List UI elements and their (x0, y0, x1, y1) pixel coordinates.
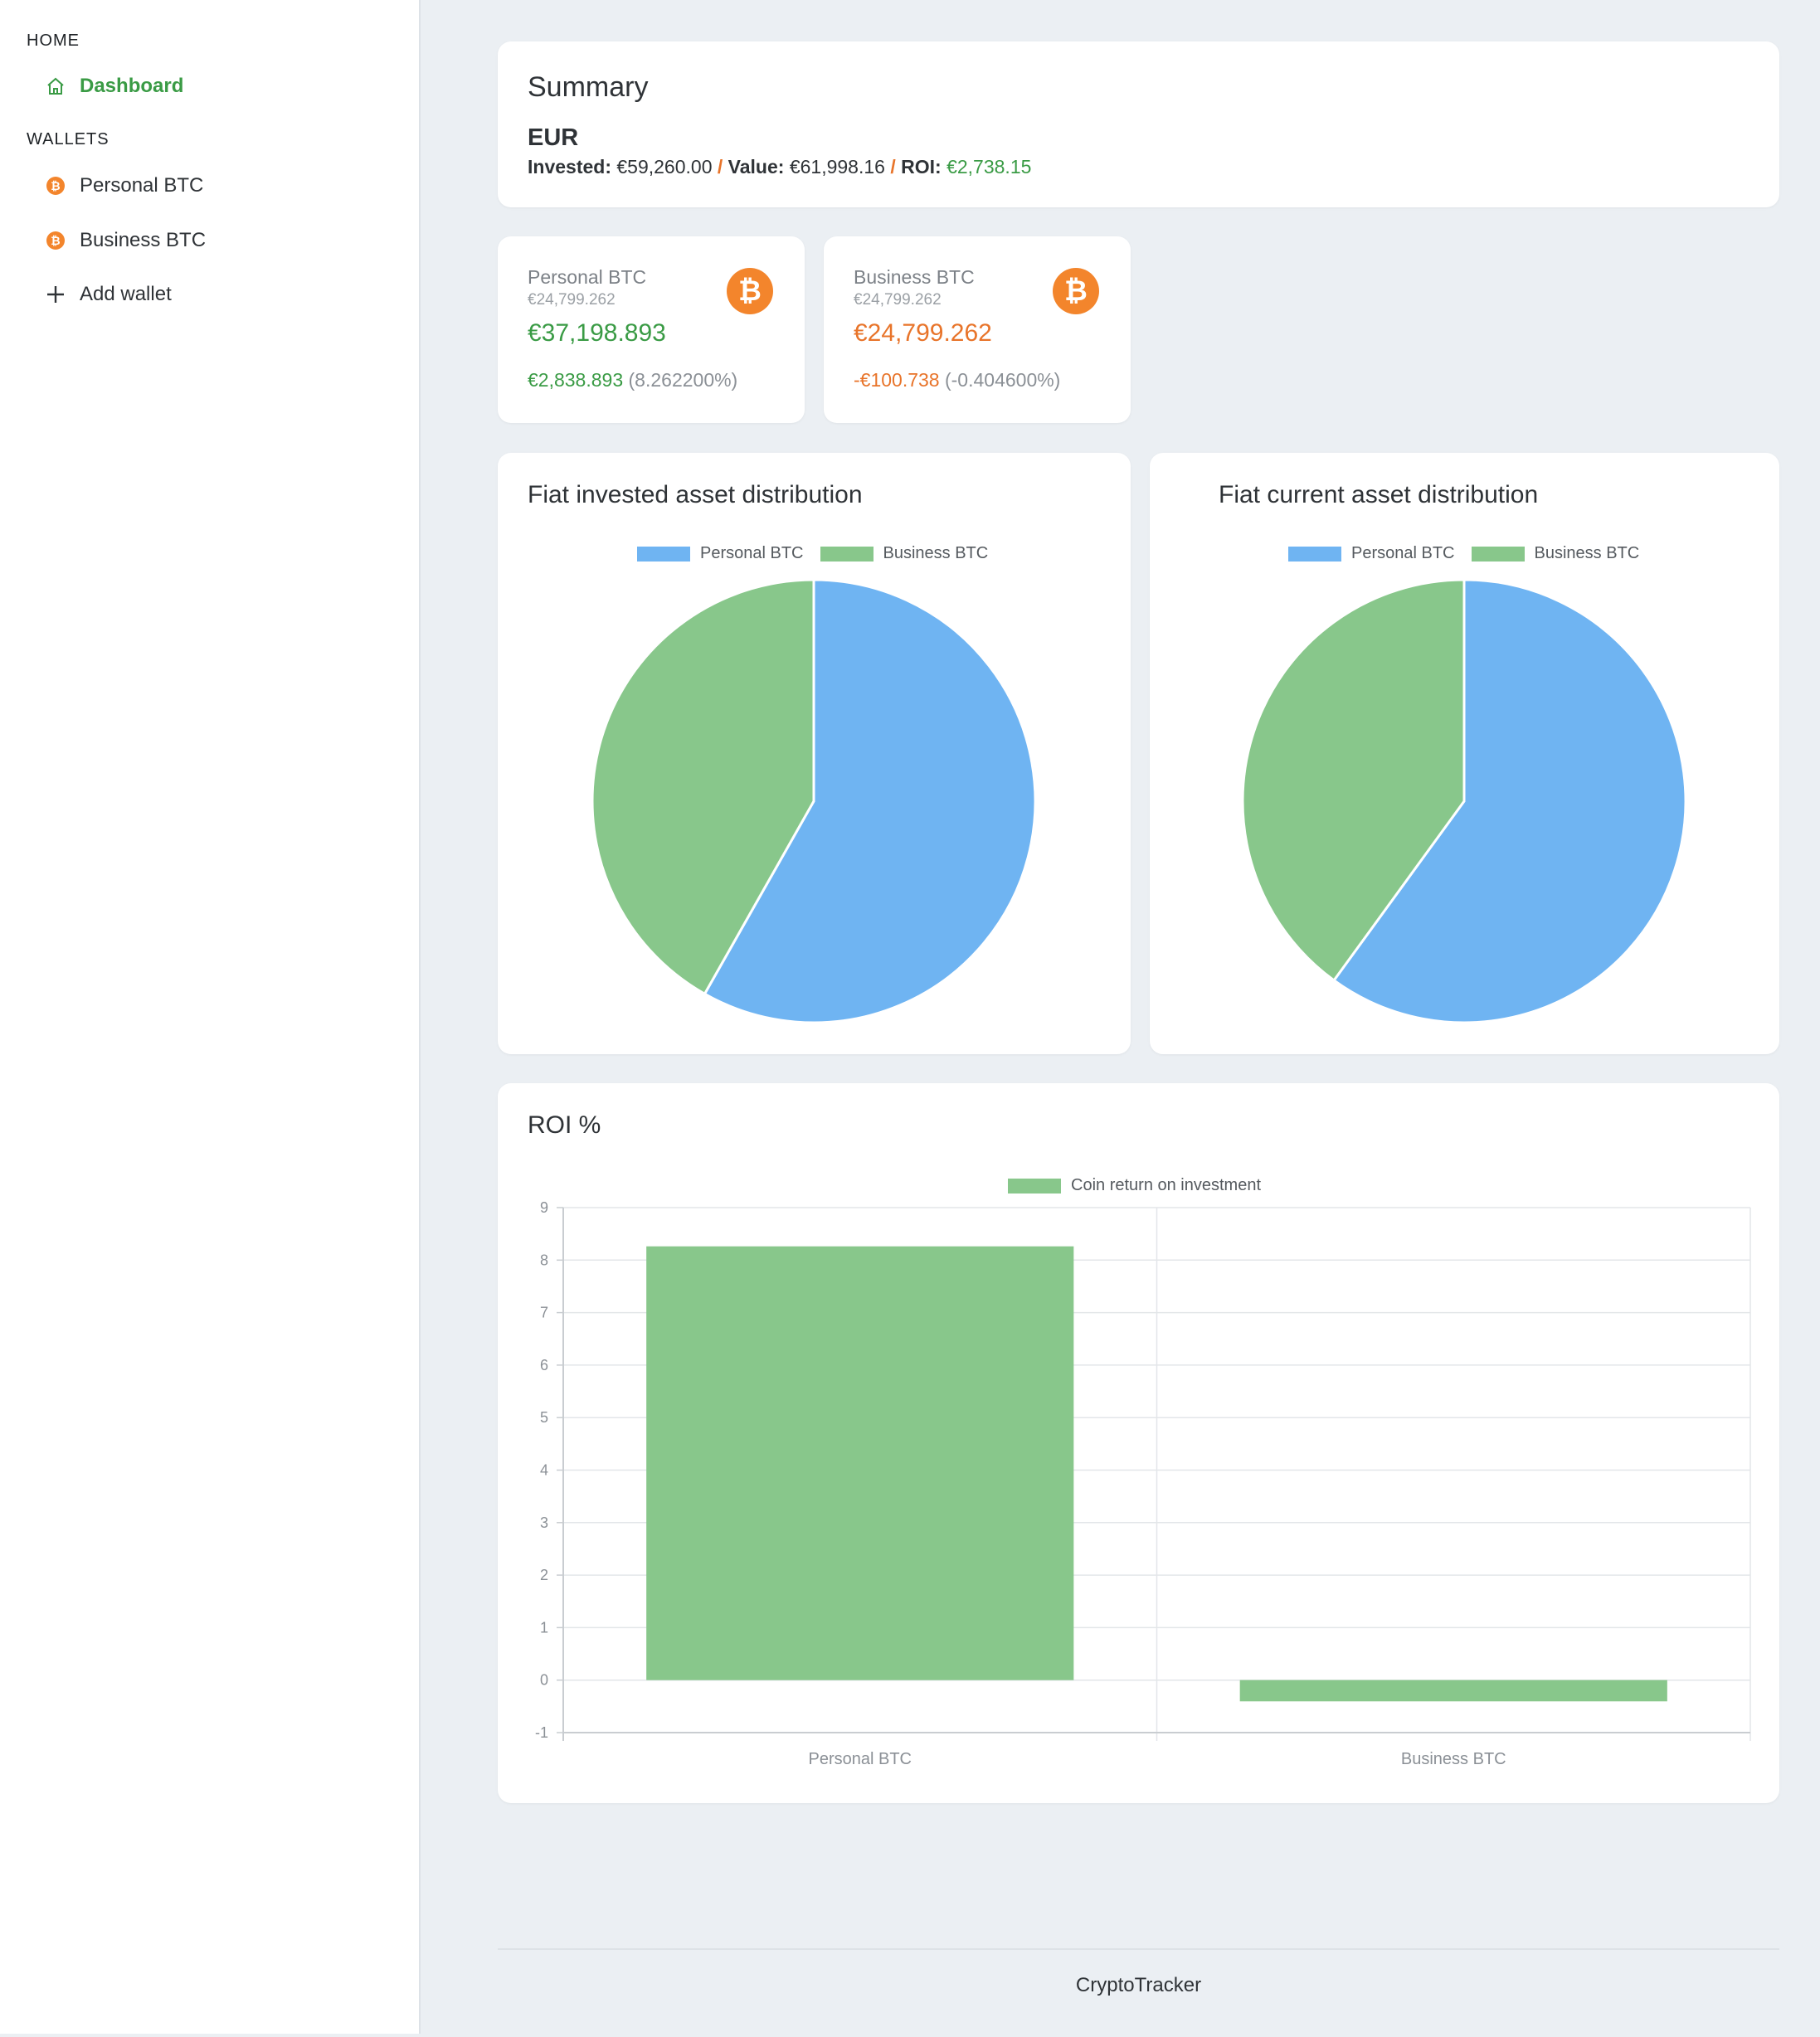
x-tick-label: Personal BTC (809, 1750, 912, 1768)
home-heading: HOME (27, 32, 80, 50)
wallet-subvalue: €24,799.262 (528, 291, 616, 309)
wallet-card-business-btc[interactable]: Business BTC €24,799.262 €24,799.262 -€1… (824, 236, 1131, 423)
roi-chart-card: ROI % Coin return on investment 98765432… (498, 1083, 1779, 1803)
wallet-roi-percent: (8.262200%) (628, 369, 738, 391)
current-pie-chart (1241, 578, 1687, 1024)
y-tick-label: 2 (540, 1567, 548, 1583)
sidebar-item-label: Dashboard (80, 75, 184, 97)
sidebar-item-label: Personal BTC (80, 174, 204, 197)
add-wallet-label: Add wallet (80, 283, 172, 305)
bar-personal-btc[interactable] (646, 1246, 1074, 1680)
wallet-value: €24,799.262 (854, 319, 992, 347)
invested-label: Invested: (528, 156, 611, 177)
sidebar-item-personal-btc[interactable]: ₿ Personal BTC (45, 174, 203, 197)
bitcoin-icon: ₿ (727, 268, 773, 314)
invested-value: €59,260.00 (616, 156, 713, 177)
value-label: Value: (728, 156, 785, 177)
bitcoin-icon: ₿ (45, 230, 66, 251)
bar-business-btc[interactable] (1239, 1680, 1667, 1702)
y-tick-label: 5 (540, 1409, 548, 1426)
summary-totals: Invested: €59,260.00 / Value: €61,998.16… (528, 156, 1031, 178)
wallet-roi: €2,838.893 (8.262200%) (528, 369, 737, 391)
wallet-name: Personal BTC (528, 266, 647, 288)
y-tick-label: 9 (540, 1199, 548, 1216)
bitcoin-icon: ₿ (1053, 268, 1099, 314)
roi-label: ROI: (901, 156, 942, 177)
wallet-roi-amount: €2,838.893 (528, 369, 624, 391)
add-wallet-button[interactable]: Add wallet (45, 283, 172, 306)
invested-distribution-card: Fiat invested asset distribution Persona… (498, 453, 1131, 1054)
plus-icon (45, 284, 66, 305)
summary-title: Summary (528, 71, 649, 103)
wallets-heading: WALLETS (27, 130, 109, 148)
wallet-roi-amount: -€100.738 (854, 369, 940, 391)
sidebar-item-business-btc[interactable]: ₿ Business BTC (45, 229, 206, 252)
footer: CryptoTracker (1075, 1974, 1202, 1996)
y-tick-label: 3 (540, 1514, 548, 1531)
bitcoin-icon: ₿ (45, 175, 66, 197)
wallet-name: Business BTC (854, 266, 975, 288)
sidebar-item-dashboard[interactable]: Dashboard (45, 75, 183, 98)
y-tick-label: 4 (540, 1462, 548, 1479)
wallet-subvalue: €24,799.262 (854, 291, 942, 309)
home-icon (45, 75, 66, 97)
wallet-value: €37,198.893 (528, 319, 666, 347)
y-tick-label: 6 (540, 1357, 548, 1373)
x-tick-label: Business BTC (1401, 1750, 1506, 1768)
separator: / (890, 156, 896, 177)
wallet-card-personal-btc[interactable]: Personal BTC €24,799.262 €37,198.893 €2,… (498, 236, 805, 423)
y-tick-label: 8 (540, 1252, 548, 1268)
roi-value: €2,738.15 (946, 156, 1032, 177)
summary-card: Summary EUR Invested: €59,260.00 / Value… (498, 41, 1779, 207)
sidebar: HOME Dashboard WALLETS ₿ Personal BTC ₿ … (0, 0, 421, 2034)
footer-divider (498, 1948, 1779, 1950)
separator: / (717, 156, 723, 177)
value-value: €61,998.16 (789, 156, 885, 177)
wallet-roi-percent: (-0.404600%) (944, 369, 1061, 391)
summary-currency: EUR (528, 124, 579, 151)
y-tick-label: -1 (535, 1724, 548, 1741)
invested-pie-chart (591, 578, 1037, 1024)
y-tick-label: 7 (540, 1305, 548, 1321)
current-distribution-card: Fiat current asset distribution Personal… (1150, 453, 1779, 1054)
y-tick-label: 1 (540, 1619, 548, 1636)
roi-bar-chart: 9 8 7 6 5 4 3 2 1 0 -1 Personal BTC Business BTC (535, 1199, 1751, 1768)
wallet-roi: -€100.738 (-0.404600%) (854, 369, 1060, 391)
y-tick-label: 0 (540, 1672, 548, 1689)
sidebar-item-label: Business BTC (80, 229, 207, 251)
